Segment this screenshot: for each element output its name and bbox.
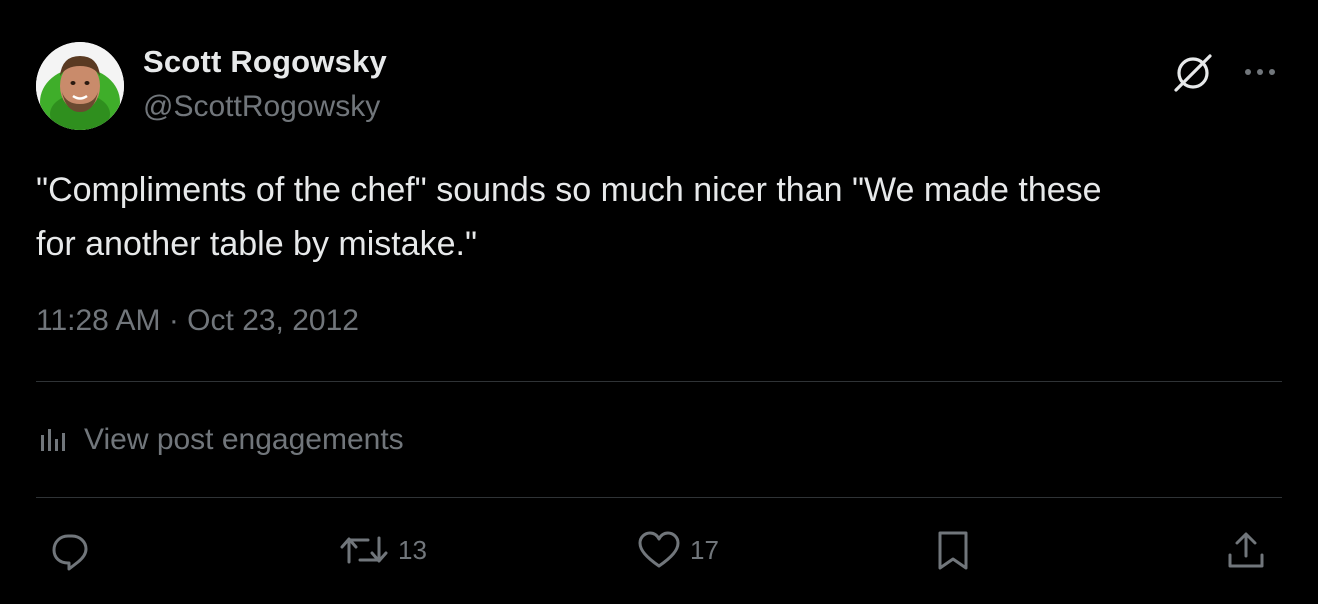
grok-icon[interactable]	[1170, 50, 1216, 96]
author-display-name[interactable]: Scott Rogowsky	[143, 44, 387, 80]
divider	[36, 497, 1282, 498]
view-post-engagements-link[interactable]: View post engagements	[36, 418, 404, 462]
like-count: 17	[690, 534, 719, 565]
share-icon	[1226, 528, 1270, 572]
repost-icon	[338, 528, 390, 572]
author-handle[interactable]: @ScottRogowsky	[143, 90, 380, 124]
bookmark-button[interactable]	[932, 528, 984, 572]
reply-button[interactable]	[48, 528, 100, 572]
bookmark-icon	[932, 528, 976, 572]
like-icon	[636, 528, 682, 572]
divider	[36, 381, 1282, 382]
repost-button[interactable]: 13	[338, 528, 427, 572]
tweet-timestamp[interactable]: 11:28 AM · Oct 23, 2012	[36, 304, 359, 338]
tweet-detail: Scott Rogowsky @ScottRogowsky "Complimen…	[0, 0, 1318, 604]
analytics-icon	[36, 421, 70, 460]
repost-count: 13	[398, 534, 427, 565]
avatar[interactable]	[36, 42, 124, 130]
view-post-engagements-label: View post engagements	[84, 423, 404, 456]
like-button[interactable]: 17	[636, 528, 719, 572]
tweet-text: "Compliments of the chef" sounds so much…	[36, 171, 1102, 263]
more-options-icon[interactable]	[1240, 58, 1280, 88]
reply-icon	[48, 528, 92, 572]
share-button[interactable]	[1226, 528, 1278, 572]
